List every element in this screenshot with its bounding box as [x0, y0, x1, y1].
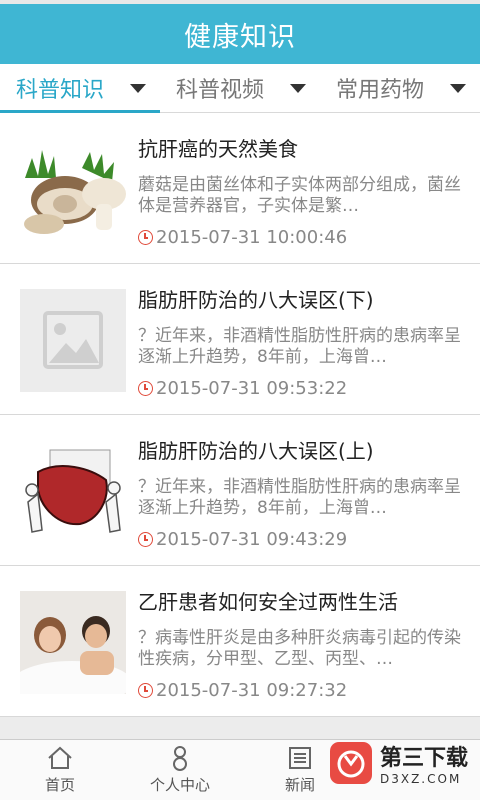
nav-home[interactable]: 首页: [0, 740, 120, 800]
placeholder-image: [20, 289, 126, 392]
timestamp-text: 2015-07-31 09:53:22: [156, 378, 348, 399]
list-item[interactable]: 脂肪肝防治的八大误区(下) ？近年来，非酒精性脂肪性肝病的患病率呈逐渐上升趋势，…: [0, 264, 480, 415]
timestamp-text: 2015-07-31 10:00:46: [156, 227, 348, 248]
list-item[interactable]: 抗肝癌的天然美食 蘑菇是由菌丝体和子实体两部分组成，菌丝体是营养器官，子实体是繁…: [0, 113, 480, 264]
article-timestamp: 2015-07-31 09:43:29: [138, 529, 464, 550]
watermark-url: D3XZ.COM: [379, 772, 462, 786]
article-timestamp: 2015-07-31 09:27:32: [138, 680, 464, 701]
tab-popular-science[interactable]: 科普知识: [0, 64, 160, 113]
clock-icon: [138, 532, 153, 547]
nav-label: 新闻: [284, 776, 315, 794]
dropdown-arrow-icon[interactable]: [130, 83, 146, 93]
timestamp-text: 2015-07-31 09:43:29: [156, 529, 348, 550]
clock-icon: [138, 683, 153, 698]
person-icon: [170, 745, 190, 771]
article-summary: 蘑菇是由菌丝体和子实体两部分组成，菌丝体是营养器官，子实体是繁…: [138, 175, 461, 216]
list-item[interactable]: 乙肝患者如何安全过两性生活 ？病毒性肝炎是由多种肝炎病毒引起的传染性疾病，分甲型…: [0, 566, 480, 717]
couple-photo-image: [20, 591, 126, 694]
tab-label: 科普知识: [16, 78, 105, 103]
app-header: 健康知识: [0, 4, 480, 64]
article-summary: ？病毒性肝炎是由多种肝炎病毒引起的传染性疾病，分甲型、乙型、丙型、…: [138, 628, 461, 669]
nav-label: 个人中心: [149, 776, 210, 794]
category-tabs: 科普知识 科普视频 常用药物: [0, 64, 480, 113]
dropdown-arrow-icon[interactable]: [450, 83, 466, 93]
tab-science-video[interactable]: 科普视频: [160, 64, 320, 112]
mushroom-image: [20, 138, 126, 241]
clock-icon: [138, 230, 153, 245]
timestamp-text: 2015-07-31 09:27:32: [156, 680, 348, 701]
article-title: 脂肪肝防治的八大误区(上): [138, 439, 374, 463]
news-icon: [288, 745, 312, 771]
watermark: 第三下载 D3XZ.COM: [329, 740, 468, 786]
article-timestamp: 2015-07-31 10:00:46: [138, 227, 464, 248]
article-timestamp: 2015-07-31 09:53:22: [138, 378, 464, 399]
tab-label: 常用药物: [336, 78, 425, 103]
liver-cartoon-image: [20, 440, 126, 543]
dropdown-arrow-icon[interactable]: [290, 83, 306, 93]
list-item[interactable]: 脂肪肝防治的八大误区(上) ？近年来，非酒精性脂肪性肝病的患病率呈逐渐上升趋势，…: [0, 415, 480, 566]
article-title: 抗肝癌的天然美食: [138, 137, 298, 161]
nav-label: 首页: [44, 776, 75, 794]
article-list: 抗肝癌的天然美食 蘑菇是由菌丝体和子实体两部分组成，菌丝体是营养器官，子实体是繁…: [0, 113, 480, 717]
nav-profile[interactable]: 个人中心: [120, 740, 240, 800]
page-title: 健康知识: [184, 21, 296, 53]
home-icon: [47, 745, 73, 771]
download-logo-icon: [329, 742, 372, 784]
article-summary: ？近年来，非酒精性脂肪性肝病的患病率呈逐渐上升趋势，8年前，上海曾…: [138, 477, 461, 518]
watermark-title: 第三下载: [379, 746, 468, 771]
article-title: 乙肝患者如何安全过两性生活: [138, 590, 398, 614]
watermark-text: 第三下载 D3XZ.COM: [380, 740, 468, 786]
tab-label: 科普视频: [176, 78, 265, 103]
article-summary: ？近年来，非酒精性脂肪性肝病的患病率呈逐渐上升趋势，8年前，上海曾…: [138, 326, 461, 367]
clock-icon: [138, 381, 153, 396]
tab-common-drugs[interactable]: 常用药物: [320, 64, 480, 112]
article-title: 脂肪肝防治的八大误区(下): [138, 288, 374, 312]
